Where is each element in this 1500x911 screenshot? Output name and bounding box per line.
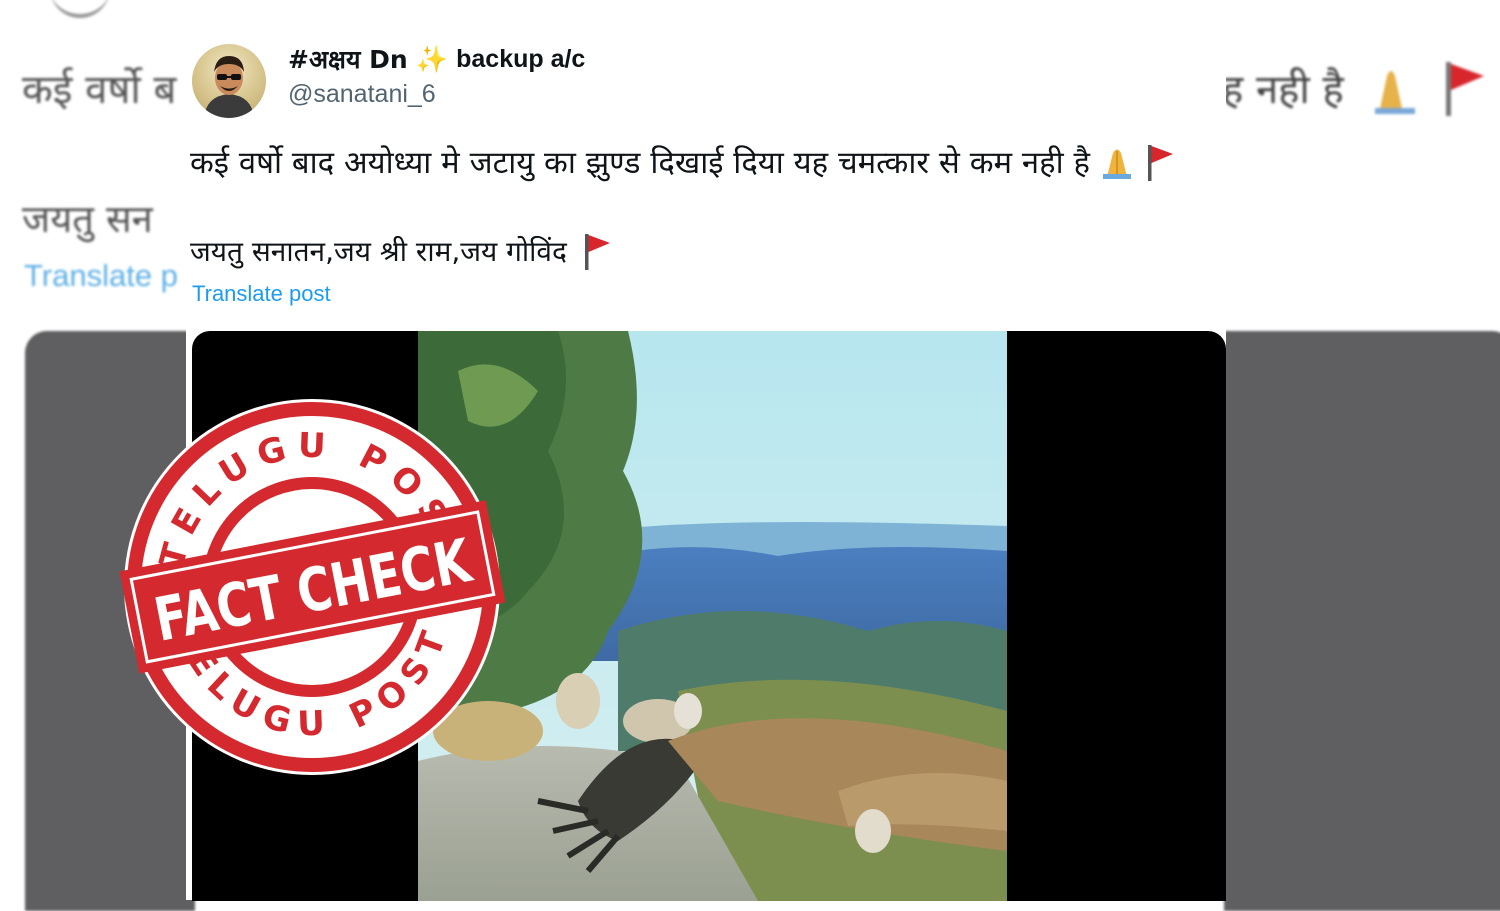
red-flag-icon [584, 234, 610, 270]
background-translate-link: Translate p [24, 258, 178, 293]
background-text-line1-left: कई वर्षो ब [22, 67, 177, 113]
background-pray-icon [1375, 71, 1415, 114]
folded-hands-icon [1102, 149, 1131, 179]
fact-check-stamp: TELUGU POST TELUGU POST FACT CHECK [120, 399, 505, 775]
translate-post-link[interactable]: Translate post [192, 281, 331, 307]
background-media-right [1224, 331, 1500, 911]
background-flag-icon [1446, 62, 1484, 116]
background-text-line1-right-text: ह नही है [1222, 67, 1344, 113]
background-text-line2: जयतु सन [22, 197, 153, 241]
background-avatar [50, 0, 110, 18]
author-handle[interactable]: @sanatani_6 [288, 80, 436, 109]
post-text-line1: कई वर्षो बाद अयोध्या मे जटायु का झुण्ड द… [190, 141, 1176, 183]
sparkle-icon: ✨ [415, 43, 449, 74]
author-name-suffix: backup a/c [456, 44, 586, 73]
background-text-line1-right: ह नही है [1222, 60, 1344, 115]
author-name[interactable]: #अक्षय Dn ✨ backup a/c [288, 42, 585, 76]
avatar-portrait-icon [204, 56, 254, 118]
vultures-video-frame [418, 331, 1007, 901]
red-flag-icon [1147, 145, 1173, 181]
post-text-line2-content: जयतु सनातन,जय श्री राम,जय गोविंद [190, 235, 567, 268]
post-text-line1-content: कई वर्षो बाद अयोध्या मे जटायु का झुण्ड द… [190, 145, 1090, 181]
post-text-line2: जयतु सनातन,जय श्री राम,जय गोविंद [190, 231, 613, 271]
avatar[interactable] [192, 44, 266, 118]
author-name-prefix: #अक्षय Dn [288, 45, 408, 74]
